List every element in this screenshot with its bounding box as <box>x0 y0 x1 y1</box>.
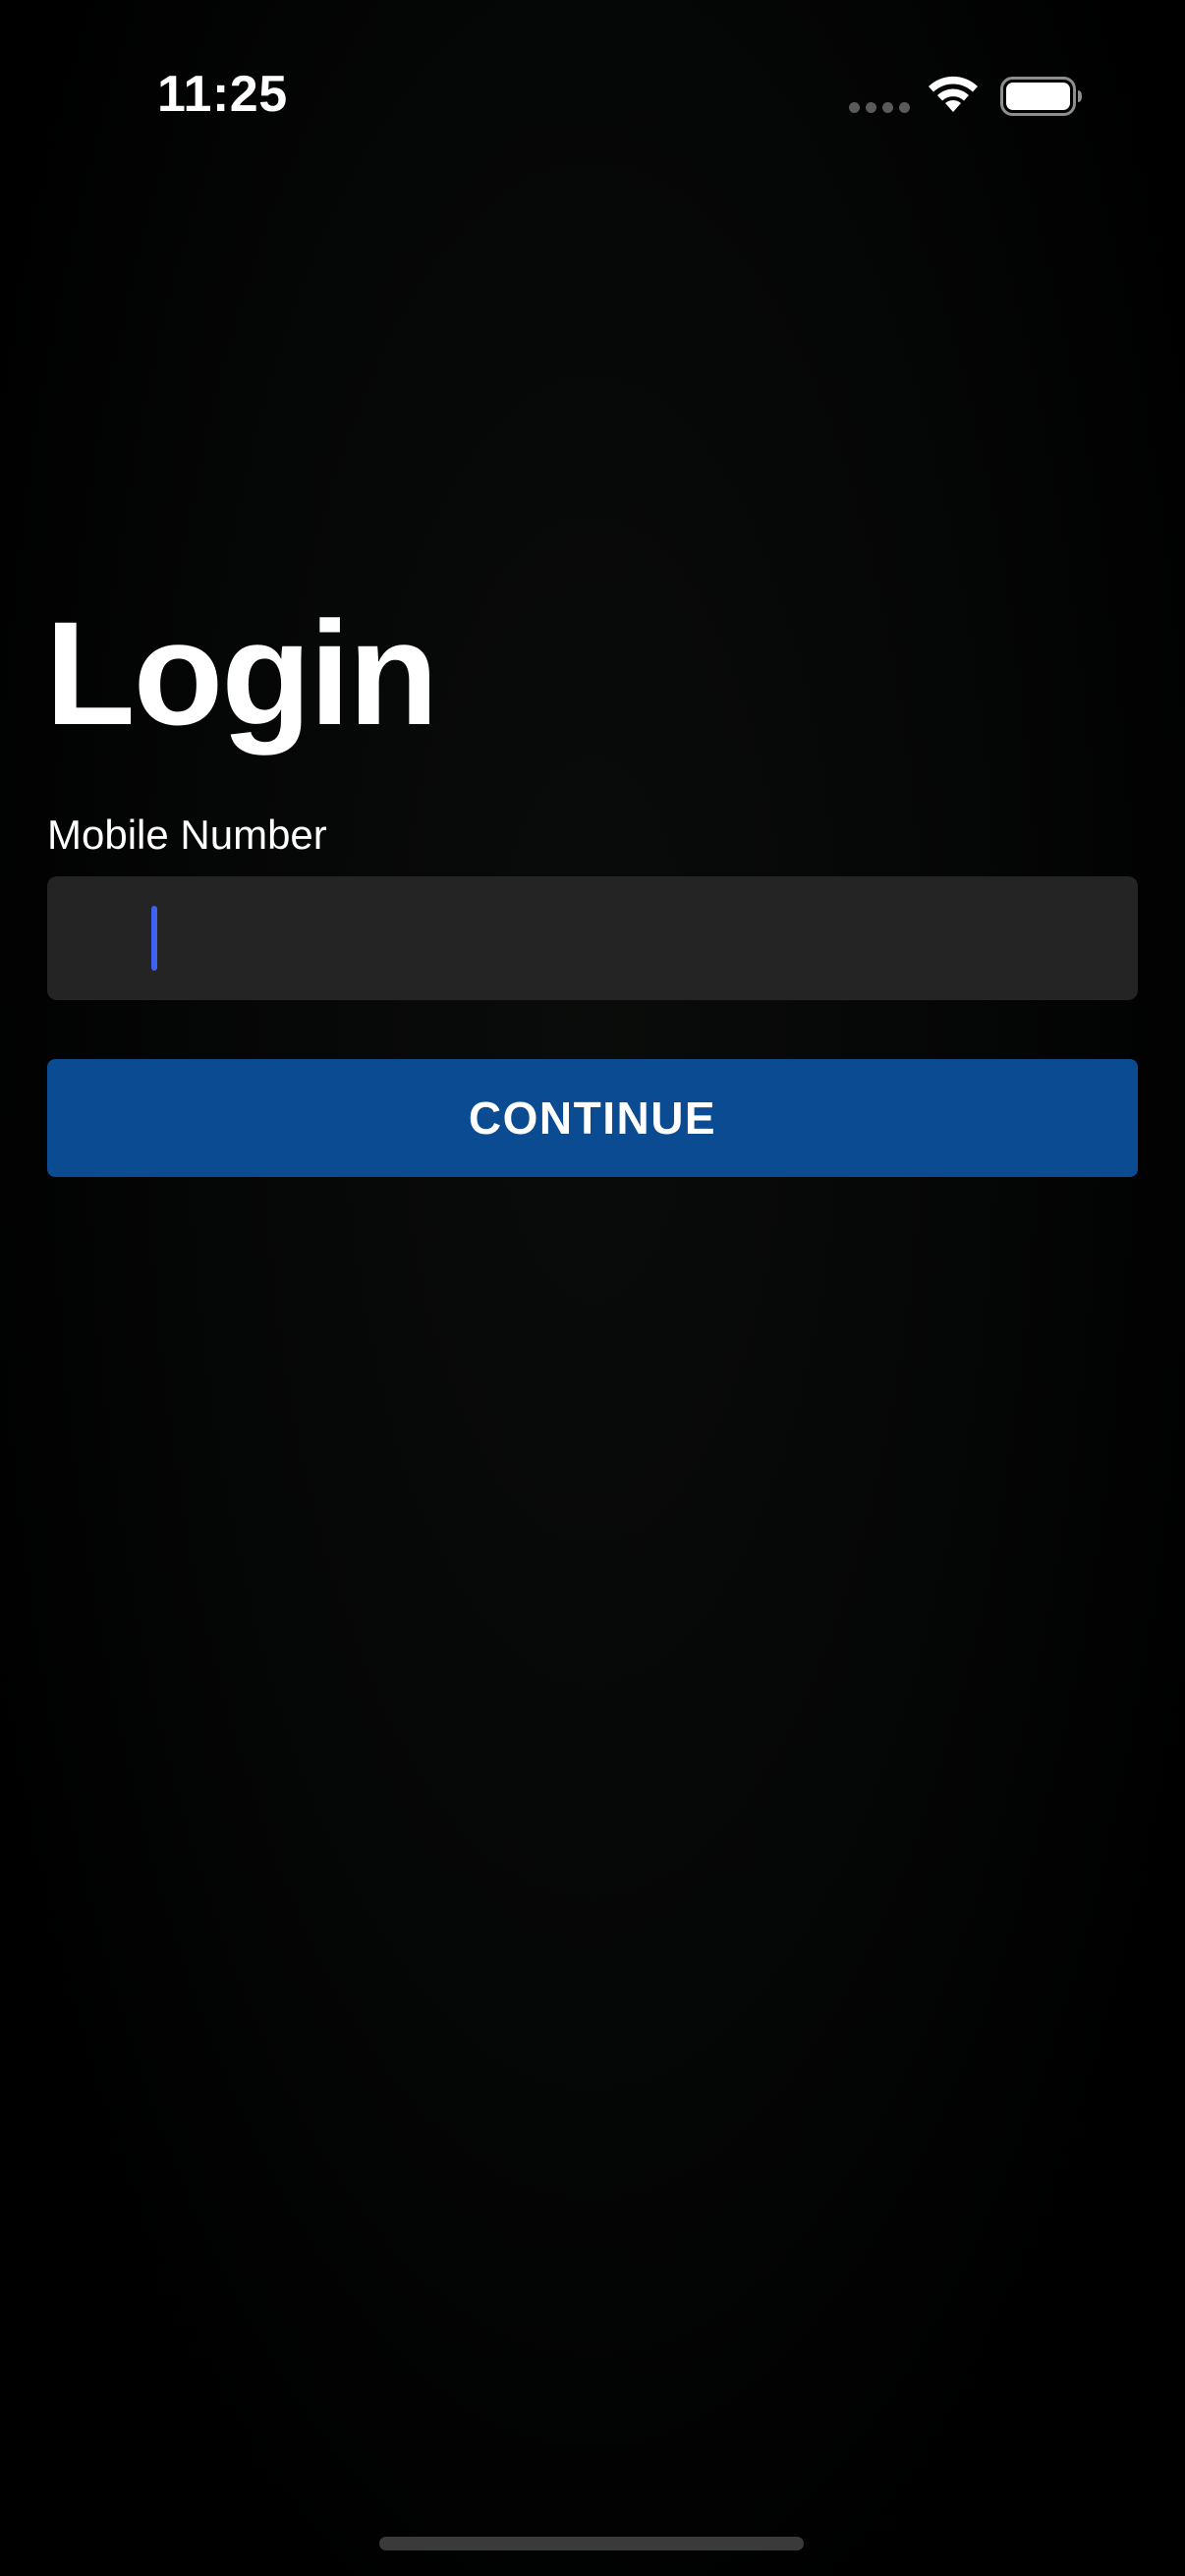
mobile-number-field[interactable] <box>47 876 1138 1000</box>
home-indicator <box>379 2537 804 2550</box>
wifi-icon <box>929 76 978 112</box>
text-cursor <box>151 906 157 971</box>
battery-icon <box>1000 77 1082 116</box>
page-title: Login <box>45 590 438 756</box>
signal-dots-icon <box>849 102 910 113</box>
status-bar: 11:25 <box>0 0 1185 167</box>
continue-button[interactable]: CONTINUE <box>47 1059 1138 1177</box>
status-time: 11:25 <box>157 66 288 123</box>
mobile-number-label: Mobile Number <box>47 812 327 858</box>
mobile-number-input[interactable] <box>47 876 1138 1000</box>
